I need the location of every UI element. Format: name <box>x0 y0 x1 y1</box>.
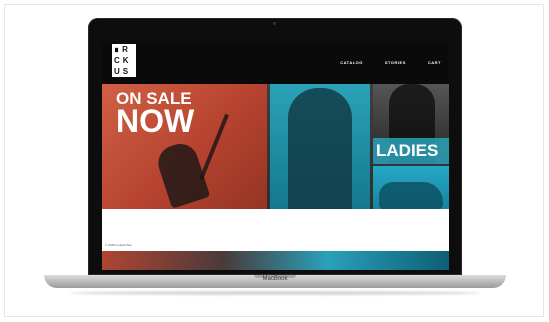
carousel-dot-1[interactable] <box>184 230 188 234</box>
nav-cart[interactable]: CART <box>428 60 441 65</box>
main-nav: CATALOG STORIES CART <box>340 60 441 65</box>
logo-line-1: ∎R <box>114 45 131 54</box>
camera-dot <box>273 22 276 25</box>
carousel-dots <box>184 230 200 234</box>
ruckus-logo[interactable]: ∎R CK US <box>112 44 136 77</box>
laptop-shadow <box>70 291 480 295</box>
site-header: ∎R CK US CATALOG STORIES CART <box>102 42 449 84</box>
carousel-dot-3[interactable] <box>196 230 200 234</box>
guitar-neck <box>199 113 229 181</box>
site-footer: © 2015 ruckus/shop <box>102 239 449 270</box>
men-label: MEN <box>274 216 319 238</box>
nav-catalog[interactable]: CATALOG <box>340 60 363 65</box>
on-sale-headline: ON SALE NOW <box>116 90 195 139</box>
nav-stories[interactable]: STORIES <box>385 60 406 65</box>
macbook-brand-label: MacBook <box>262 276 288 282</box>
ladies-label: LADIES <box>376 141 439 160</box>
logo-line-2: CK <box>114 56 132 65</box>
laptop-screen: ∎R CK US CATALOG STORIES CART ON SALE NO… <box>102 42 449 270</box>
logo-line-3: US <box>114 67 132 76</box>
footer-wave-graphic <box>102 251 449 270</box>
gear-label: GEAR <box>376 216 434 238</box>
carousel-dot-2[interactable] <box>190 230 194 234</box>
laptop-base: MacBook <box>44 275 506 288</box>
now-text: NOW <box>116 103 195 139</box>
sneaker-silhouette <box>379 182 443 210</box>
footer-copyright: © 2015 ruckus/shop <box>105 243 132 247</box>
laptop-lid: ∎R CK US CATALOG STORIES CART ON SALE NO… <box>88 18 462 275</box>
